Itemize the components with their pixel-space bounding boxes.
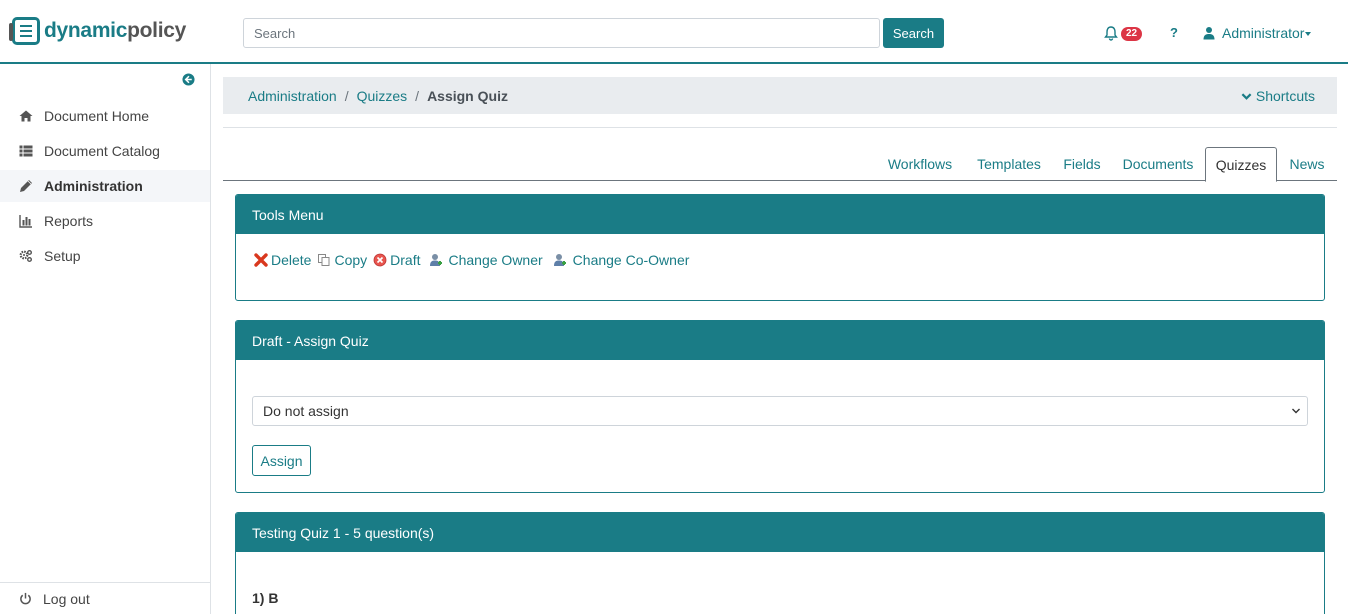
user-icon [1203, 27, 1215, 40]
sidebar-item-document-home[interactable]: Document Home [0, 100, 210, 132]
tab-bar: Workflows Templates Fields Documents Qui… [223, 147, 1337, 182]
tool-label: Delete [271, 252, 312, 268]
card-title: Draft - Assign Quiz [236, 321, 1324, 360]
logo[interactable]: dynamicpolicy [9, 17, 186, 45]
quiz-card: Testing Quiz 1 - 5 question(s) 1) B [235, 512, 1325, 614]
collapse-sidebar-icon[interactable] [182, 73, 195, 86]
chevron-down-icon [1292, 408, 1300, 414]
gears-icon [19, 250, 32, 262]
breadcrumb-separator: / [344, 87, 349, 104]
power-icon [20, 592, 31, 605]
logo-text-secondary: policy [127, 19, 186, 42]
tool-label: Change Co-Owner [572, 252, 690, 268]
sidebar-item-setup[interactable]: Setup [0, 240, 210, 272]
card-title: Tools Menu [236, 195, 1324, 234]
draft-icon [373, 253, 387, 267]
bell-icon[interactable] [1103, 25, 1119, 41]
card-title: Testing Quiz 1 - 5 question(s) [236, 513, 1324, 552]
sidebar-item-label: Document Catalog [44, 143, 160, 159]
tool-label: Draft [390, 252, 421, 268]
delete-button[interactable]: Delete [254, 252, 311, 268]
tab-workflows[interactable]: Workflows [880, 147, 960, 181]
quiz-assign-select[interactable]: Do not assign [252, 396, 1308, 426]
top-bar: dynamicpolicy Search 22 ? Administrator [0, 0, 1348, 64]
delete-icon [254, 253, 268, 267]
tab-quizzes[interactable]: Quizzes [1205, 147, 1277, 182]
breadcrumb-administration[interactable]: Administration [248, 88, 337, 104]
user-change-icon [553, 254, 566, 266]
tool-label: Copy [334, 252, 368, 268]
tool-label: Change Owner [448, 252, 543, 268]
change-owner-button[interactable]: Change Owner [429, 252, 543, 268]
notification-badge: 22 [1121, 27, 1143, 41]
assign-quiz-card: Draft - Assign Quiz Do not assign Assign [235, 320, 1325, 493]
sidebar: Document Home Document Catalog Administr… [0, 64, 211, 614]
tools-menu-card: Tools Menu Delete Copy Draft Change Owne… [235, 194, 1325, 301]
logo-icon [9, 17, 40, 45]
home-icon [19, 110, 33, 122]
tools-list: Delete Copy Draft Change Owner Change Co… [236, 234, 1324, 268]
search-input[interactable] [243, 18, 880, 48]
logout-label: Log out [43, 590, 90, 607]
user-menu[interactable]: Administrator [1222, 25, 1304, 41]
sidebar-item-administration[interactable]: Administration [0, 170, 210, 202]
breadcrumb: Administration / Quizzes / Assign Quiz S… [223, 77, 1337, 114]
sidebar-item-label: Administration [44, 178, 143, 194]
tab-documents[interactable]: Documents [1119, 147, 1197, 181]
search-button[interactable]: Search [883, 18, 944, 48]
sidebar-item-label: Reports [44, 213, 94, 229]
help-icon[interactable]: ? [1170, 25, 1178, 40]
sidebar-item-document-catalog[interactable]: Document Catalog [0, 135, 210, 167]
logo-text-primary: dynamic [44, 19, 128, 42]
pencil-icon [20, 180, 32, 192]
user-change-icon [429, 254, 442, 266]
change-co-owner-button[interactable]: Change Co-Owner [553, 252, 690, 268]
list-icon [19, 145, 33, 157]
divider [223, 127, 1337, 128]
select-value: Do not assign [263, 403, 349, 419]
tab-fields[interactable]: Fields [1057, 147, 1107, 181]
copy-button[interactable]: Copy [317, 252, 367, 268]
shortcuts-label: Shortcuts [1255, 88, 1315, 104]
sidebar-item-label: Setup [44, 248, 81, 264]
breadcrumb-current: Assign Quiz [427, 87, 508, 104]
sidebar-item-label: Document Home [44, 108, 150, 124]
chevron-down-icon[interactable] [1305, 32, 1311, 36]
sidebar-item-reports[interactable]: Reports [0, 205, 210, 237]
assign-button[interactable]: Assign [252, 445, 311, 476]
draft-button[interactable]: Draft [373, 252, 421, 268]
tab-templates[interactable]: Templates [968, 147, 1050, 181]
chevron-down-icon [1241, 92, 1252, 100]
tab-news[interactable]: News [1285, 147, 1329, 181]
breadcrumb-quizzes[interactable]: Quizzes [357, 88, 408, 104]
copy-icon [318, 254, 330, 266]
breadcrumb-separator: / [415, 87, 420, 104]
chart-icon [19, 215, 32, 228]
question-text: 1) B [252, 590, 279, 606]
logout-button[interactable]: Log out [0, 582, 210, 614]
shortcuts-toggle[interactable]: Shortcuts [1241, 88, 1315, 104]
